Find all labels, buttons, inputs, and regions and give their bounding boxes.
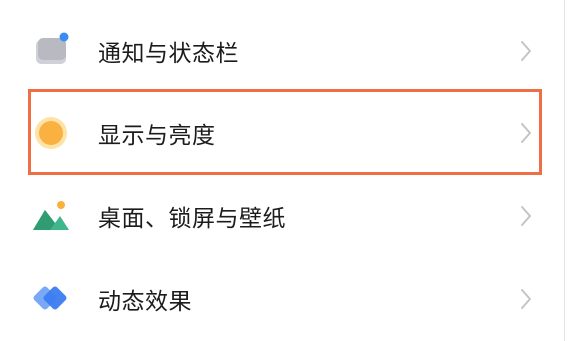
settings-item-notifications[interactable]: 通知与状态栏 [0,9,569,92]
chevron-right-icon [521,288,531,309]
dynamic-effects-icon [28,276,74,322]
settings-item-label: 通知与状态栏 [98,40,239,67]
chevron-right-icon [521,122,531,143]
settings-item-desktop-wallpaper[interactable]: 桌面、锁屏与壁纸 [0,174,569,257]
settings-item-label: 桌面、锁屏与壁纸 [98,205,286,232]
settings-item-dynamic-effects[interactable]: 动态效果 [0,257,569,340]
notification-status-bar-icon [28,28,74,74]
settings-item-display-brightness[interactable]: 显示与亮度 [0,91,569,174]
desktop-lockscreen-wallpaper-icon [28,193,74,239]
display-brightness-icon [28,110,74,156]
divider [564,0,565,341]
chevron-right-icon [521,205,531,226]
settings-item-label: 显示与亮度 [98,122,216,149]
settings-page: 通知与状态栏 显示与亮度 桌面、锁屏与壁纸 动态效果 [0,0,569,341]
settings-item-label: 动态效果 [98,288,192,315]
chevron-right-icon [521,40,531,61]
